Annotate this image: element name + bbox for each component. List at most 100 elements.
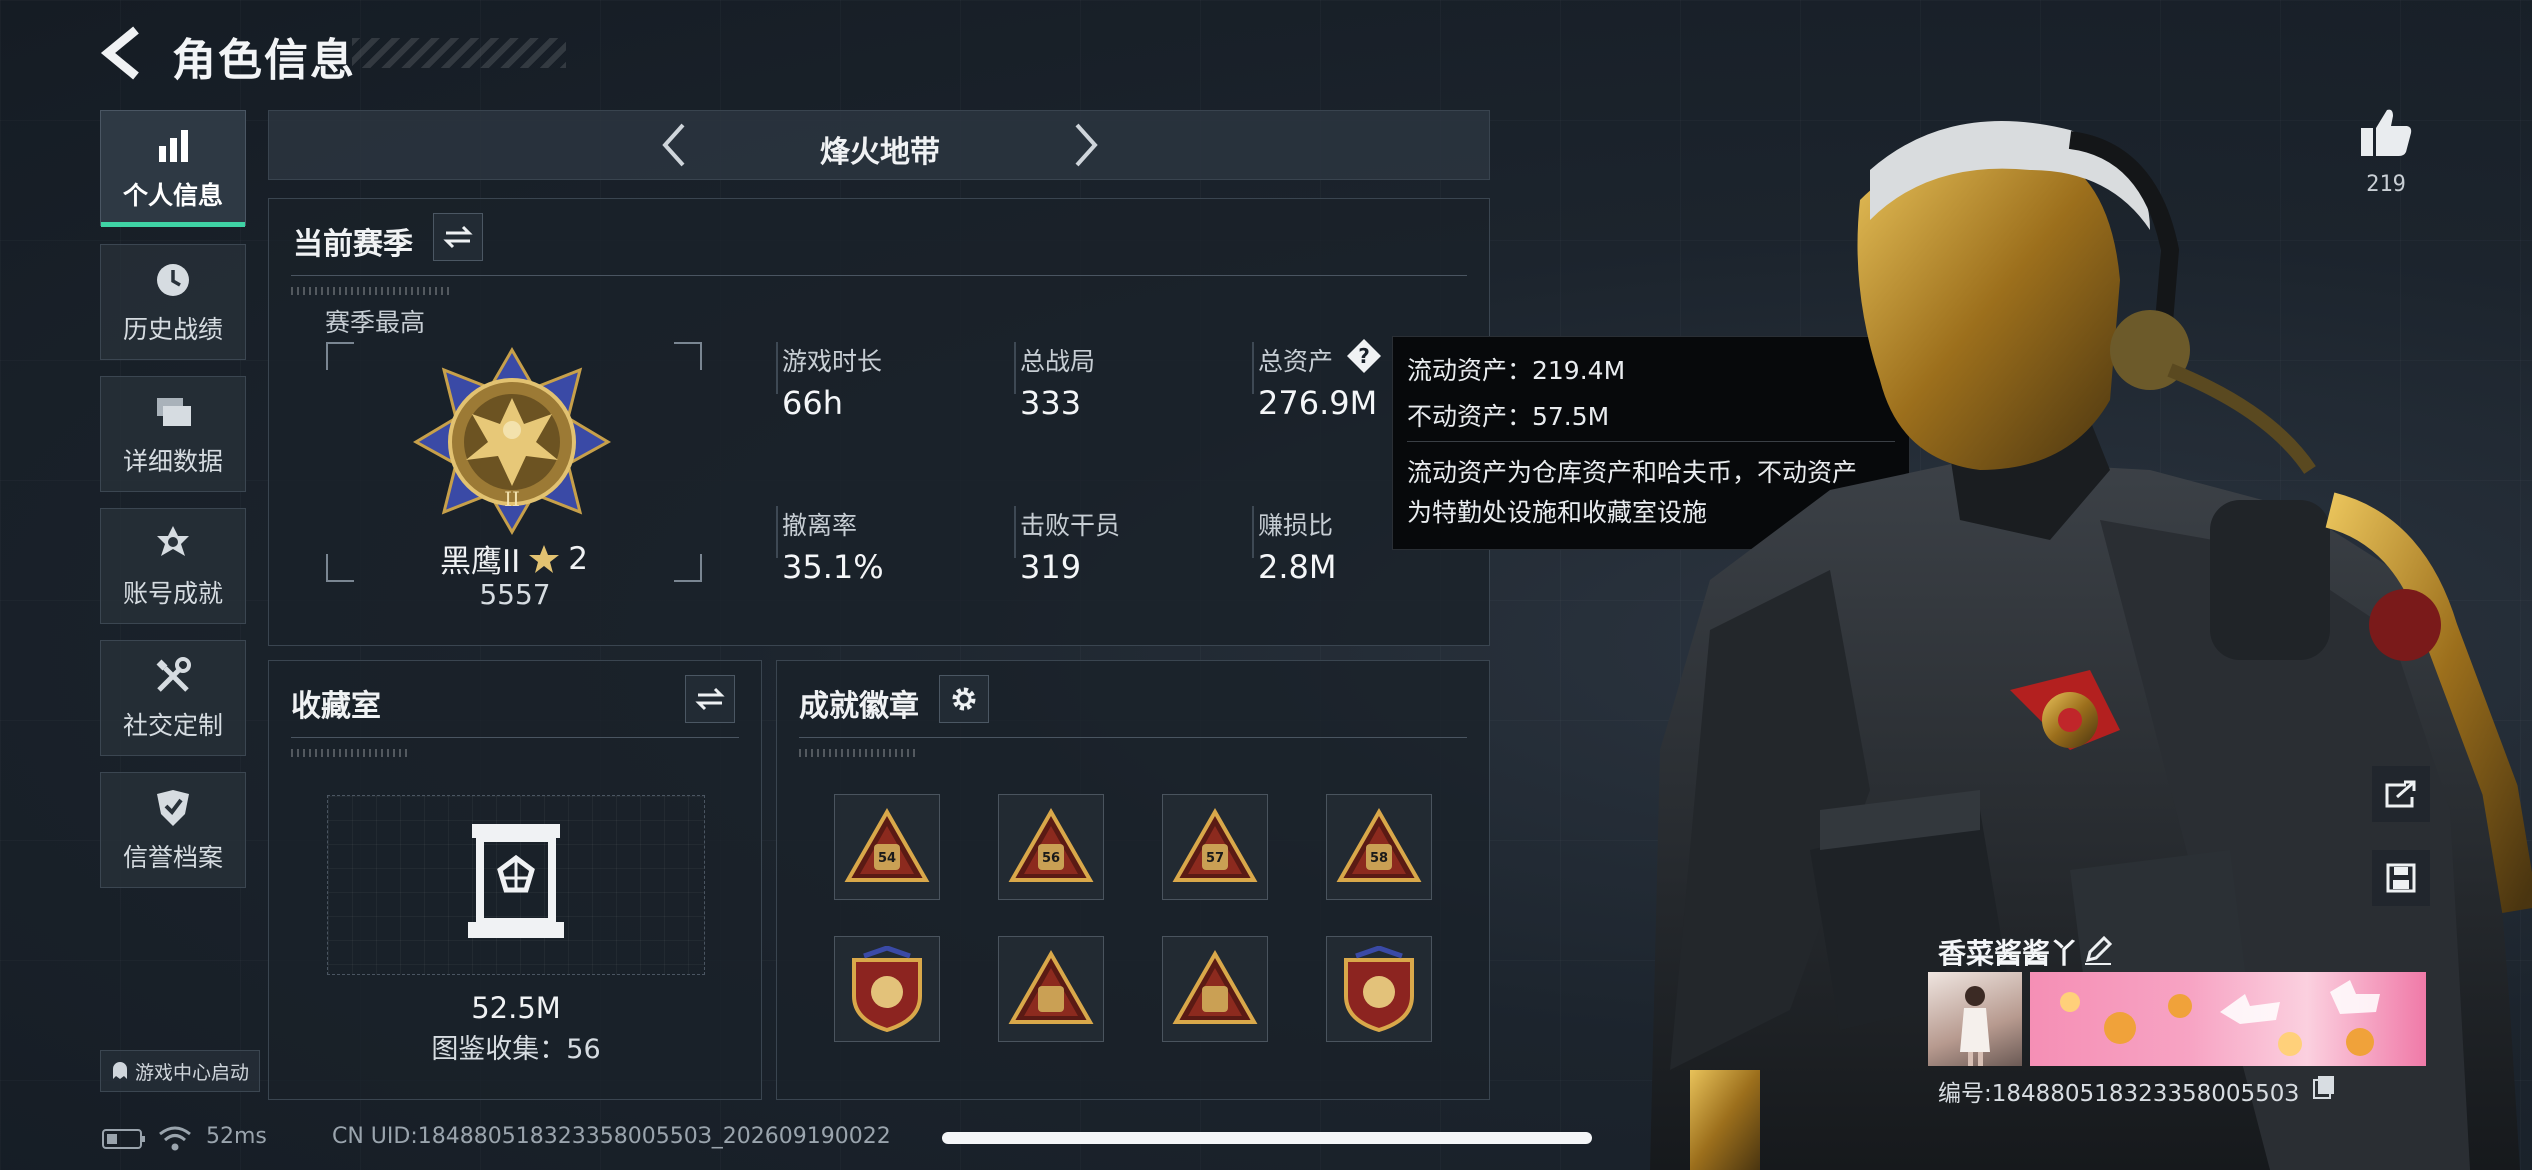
wifi-icon	[159, 1126, 191, 1151]
save-icon	[2386, 863, 2416, 893]
share-icon	[2385, 780, 2416, 808]
sidebar-item-label: 账号成就	[122, 579, 223, 608]
swap-icon	[695, 687, 725, 711]
like-button[interactable]	[2358, 104, 2414, 160]
shield-badge-icon	[1344, 946, 1414, 1032]
medal-icon	[157, 526, 189, 556]
rank-name: 黑鹰II	[440, 544, 521, 580]
triangle-badge-icon	[1008, 949, 1094, 1024]
ping-value: 52ms	[206, 1124, 267, 1149]
achievement-badge[interactable]: 57	[1162, 794, 1268, 900]
triangle-badge-icon	[844, 807, 930, 882]
achievement-badge[interactable]: 56	[998, 794, 1104, 900]
share-button[interactable]	[2372, 766, 2430, 822]
folders-icon	[157, 398, 191, 426]
shield-badge-icon	[852, 946, 922, 1032]
stat-label: 击败干员	[1020, 511, 1121, 540]
divider	[799, 737, 1467, 738]
stat-value: 276.9M	[1258, 384, 1378, 422]
divider	[291, 737, 739, 738]
sidebar-item-credit[interactable]: 信誉档案	[100, 772, 246, 888]
divider-dots	[291, 287, 451, 295]
mode-selector: 烽火地带	[268, 110, 1490, 180]
badge-number: 54	[877, 851, 897, 866]
clock-icon	[157, 264, 189, 296]
collection-catalog: 图鉴收集：56	[431, 1034, 601, 1065]
mode-label: 烽火地带	[820, 135, 940, 170]
uid-text: CN UID:18488051832335800550З_20260919002…	[332, 1124, 891, 1149]
avatar[interactable]	[1928, 972, 2022, 1066]
edit-nickname-button[interactable]	[2082, 934, 2114, 966]
stat-label: 撤离率	[782, 511, 858, 540]
rank-stars: 2	[568, 540, 589, 577]
achievement-badge[interactable]	[834, 936, 940, 1042]
back-arrow-icon	[100, 26, 139, 80]
season-switch-button[interactable]	[433, 213, 483, 261]
ghost-icon	[112, 1062, 127, 1079]
rank-emblem-icon: II	[412, 347, 612, 535]
cat-pattern-icon	[2060, 980, 2380, 1056]
triangle-badge-icon	[1172, 807, 1258, 882]
stat-value: 2.8M	[1258, 548, 1337, 586]
sidebar-item-label: 个人信息	[122, 181, 223, 210]
save-button[interactable]	[2372, 850, 2430, 906]
collection-preview	[327, 795, 705, 975]
achievements-settings-button[interactable]	[939, 675, 989, 723]
gear-icon	[952, 687, 976, 711]
stat-label: 总资产	[1258, 347, 1334, 376]
achievement-badge[interactable]: 58	[1326, 794, 1432, 900]
player-id-text: 编号:18488051832335800550З	[1938, 1081, 2300, 1107]
rank-name-row: 黑鹰II 2	[440, 536, 588, 581]
stat-label: 总战局	[1020, 347, 1096, 376]
page-title: 角色信息	[172, 35, 356, 86]
badge-number: 58	[1369, 851, 1389, 866]
badge-number: 57	[1205, 851, 1225, 866]
divider	[291, 275, 1467, 276]
stat-value: 319	[1020, 548, 1082, 586]
sidebar-item-social[interactable]: 社交定制	[100, 640, 246, 756]
collection-panel[interactable]: 收藏室 52.5M 图鉴收集：56	[268, 660, 762, 1100]
back-button[interactable]	[98, 24, 148, 82]
sidebar-item-achievements[interactable]: 账号成就	[100, 508, 246, 624]
sidebar-item-label: 历史战绩	[122, 315, 223, 344]
collection-title: 收藏室	[291, 689, 381, 724]
shield-check-icon	[157, 790, 189, 826]
achievement-badge[interactable]	[1162, 936, 1268, 1042]
achievements-title: 成就徽章	[799, 689, 919, 724]
nickname-text: 香菜酱酱丫	[1938, 937, 2079, 970]
collection-switch-button[interactable]	[685, 675, 735, 723]
sidebar-item-label: 信誉档案	[122, 843, 223, 872]
achievement-badge[interactable]	[1326, 936, 1432, 1042]
stat-label: 赚损比	[1258, 511, 1334, 540]
sidebar-item-personal-info[interactable]: 个人信息	[100, 110, 246, 227]
help-button[interactable]: ?	[1346, 338, 1382, 374]
copy-id-button[interactable]	[2312, 1074, 2336, 1100]
stat-value: 333	[1020, 384, 1082, 422]
badge-number: 56	[1041, 851, 1061, 866]
name-card-banner[interactable]	[2030, 972, 2426, 1066]
pencil-icon	[2085, 935, 2113, 965]
display-case-icon	[468, 824, 564, 938]
next-mode-button[interactable]	[1061, 121, 1109, 169]
sidebar-item-history[interactable]: 历史战绩	[100, 244, 246, 360]
triangle-badge-icon	[1336, 807, 1422, 882]
thumbs-up-icon	[2361, 109, 2412, 156]
stat-value: 35.1%	[782, 548, 884, 586]
avatar-figure-icon	[1960, 986, 1990, 1066]
tools-icon	[156, 657, 191, 692]
game-center-button[interactable]: 游戏中心启动	[100, 1050, 260, 1092]
svg-text:?: ?	[1358, 344, 1370, 368]
like-count: 219	[2366, 172, 2406, 197]
achievement-badge[interactable]	[998, 936, 1104, 1042]
divider-dots	[799, 749, 919, 757]
season-title: 当前赛季	[293, 227, 413, 262]
home-indicator[interactable]	[942, 1132, 1592, 1144]
game-center-label: 游戏中心启动	[134, 1061, 249, 1084]
achievement-badge[interactable]: 54	[834, 794, 940, 900]
battery-icon	[102, 1129, 145, 1149]
sidebar-item-detail-data[interactable]: 详细数据	[100, 376, 246, 492]
title-decoration	[352, 38, 566, 68]
copy-icon	[2313, 1076, 2334, 1099]
question-icon: ?	[1347, 339, 1381, 373]
chevron-right-icon	[1075, 123, 1098, 167]
